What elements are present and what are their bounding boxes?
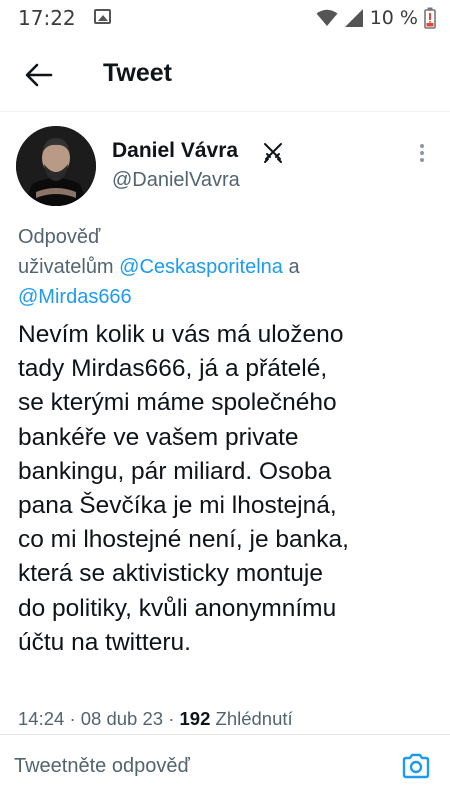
wifi-icon (316, 9, 338, 26)
reply-context-label: Odpověď (18, 226, 101, 248)
tweet-text: Nevím kolik u vás má uloženo tady Mirdas… (18, 318, 438, 660)
app-bar: Tweet (0, 40, 450, 112)
avatar[interactable] (16, 126, 96, 206)
author-handle[interactable]: @DanielVavra (112, 169, 240, 192)
camera-icon[interactable] (401, 751, 431, 781)
battery-percent: 10 % (369, 7, 418, 29)
reply-context-users: uživatelům @Ceskasporitelna a (18, 252, 438, 282)
meta-separator: · (69, 708, 76, 729)
tweet-date: 08 dub 23 (80, 708, 164, 729)
back-arrow-icon[interactable] (22, 58, 56, 92)
author-name[interactable]: Daniel Vávra (112, 139, 238, 163)
tweet-text-line: která se aktivisticky montuje (18, 560, 323, 588)
reply-context: Odpověď uživatelům @Ceskasporitelna a @M… (18, 222, 438, 312)
tweet-text-line: pana Ševčíka je mi lhostejná, (18, 492, 337, 520)
reply-bar (0, 735, 450, 800)
reply-context-conjunction: a (288, 256, 300, 278)
tweet-text-line: bankéře ve vašem private (18, 423, 299, 451)
tweet-text-line: do politiky, kvůli anonymnímu (18, 594, 337, 622)
views-label[interactable]: Zhlédnutí (216, 708, 293, 729)
signal-icon (344, 9, 363, 27)
meta-separator: · (168, 708, 175, 729)
tweet-text-line: účtu na twitteru. (18, 628, 191, 656)
mention-link-ceskasporitelna[interactable]: @Ceskasporitelna (119, 256, 283, 278)
reply-context-prefix: uživatelům (18, 256, 114, 278)
views-count: 192 (179, 708, 211, 729)
status-bar: 17:22 10 % (0, 0, 450, 36)
more-vertical-icon[interactable] (414, 142, 430, 164)
tweet-text-line: tady Mirdas666, já a přátelé, (18, 355, 328, 383)
tweet-time: 14:24 (18, 708, 65, 729)
tweet-text-line: co mi lhostejné není, je banka, (18, 526, 349, 554)
reply-context-users-line2: @Mirdas666 (18, 282, 438, 312)
tweet-text-line: se kterými máme společného (18, 389, 337, 417)
status-indicators: 10 % (316, 5, 436, 31)
image-icon (94, 9, 111, 24)
status-time: 17:22 (18, 6, 76, 30)
mention-link-mirdas666[interactable]: @Mirdas666 (18, 286, 132, 308)
tweet-meta: 14:24 · 08 dub 23 · 192 Zhlédnutí (18, 708, 293, 732)
tweet-text-line: bankingu, pár miliard. Osoba (18, 457, 332, 485)
page-title: Tweet (103, 59, 172, 87)
battery-icon (424, 7, 436, 29)
tweet-text-line: Nevím kolik u vás má uloženo (18, 321, 344, 348)
reply-input[interactable] (14, 748, 384, 784)
crossed-swords-icon (264, 143, 282, 163)
